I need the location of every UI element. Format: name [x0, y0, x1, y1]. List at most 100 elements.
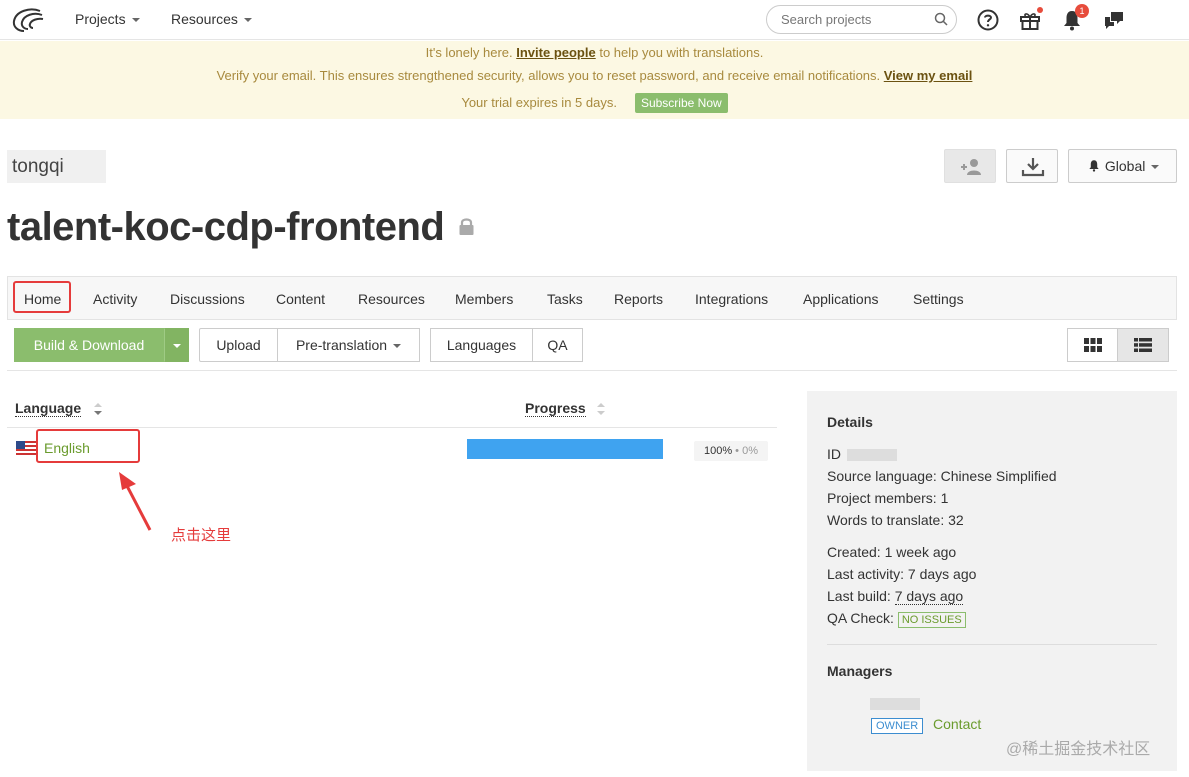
banner-trial-line: Your trial expires in 5 days. Subscribe N…: [0, 93, 1189, 113]
chevron-down-icon: [393, 344, 402, 349]
view-my-email-link[interactable]: View my email: [884, 68, 973, 83]
qa-check-label: QA Check:: [827, 610, 898, 626]
progress-column-header[interactable]: Progress: [525, 400, 586, 417]
created-date: Created: 1 week ago: [827, 544, 957, 560]
top-navbar: Projects Resources 1: [0, 0, 1189, 40]
notification-scope-dropdown[interactable]: Global: [1068, 149, 1177, 183]
search-input[interactable]: [781, 12, 931, 27]
tab-content[interactable]: Content: [276, 291, 325, 307]
banner-invite-suffix: to help you with translations.: [595, 45, 764, 60]
languages-button[interactable]: Languages: [430, 328, 533, 362]
toolbar-divider: [7, 370, 1177, 371]
list-view-icon: [1134, 338, 1152, 352]
banner-invite-line: It's lonely here. Invite people to help …: [0, 45, 1189, 60]
nav-resources-label: Resources: [171, 11, 238, 27]
invite-user-button[interactable]: [944, 149, 996, 183]
download-button[interactable]: [1006, 149, 1058, 183]
project-members-count: Project members: 1: [827, 490, 949, 506]
nav-projects-menu[interactable]: Projects: [75, 11, 140, 27]
redacted-id: [847, 449, 897, 462]
details-divider: [827, 644, 1157, 645]
sort-icon[interactable]: [93, 401, 103, 417]
banner-verify-line: Verify your email. This ensures strength…: [0, 68, 1189, 83]
build-download-button[interactable]: Build & Download: [14, 328, 164, 362]
grid-view-button[interactable]: [1067, 328, 1118, 362]
add-user-icon: [961, 159, 981, 175]
search-box: [766, 5, 957, 34]
chevron-down-icon: [243, 18, 252, 23]
upload-button[interactable]: Upload: [199, 328, 278, 362]
chevron-down-icon: [172, 344, 181, 349]
nav-resources-menu[interactable]: Resources: [171, 11, 252, 27]
project-id-row: ID: [827, 446, 897, 462]
last-build-value: 7 days ago: [894, 588, 964, 605]
qa-status-badge[interactable]: NO ISSUES: [897, 612, 966, 628]
table-header-divider: [7, 427, 777, 428]
notice-banner: It's lonely here. Invite people to help …: [0, 41, 1189, 119]
tab-activity[interactable]: Activity: [93, 291, 137, 307]
tab-tasks[interactable]: Tasks: [547, 291, 583, 307]
words-to-translate: Words to translate: 32: [827, 512, 964, 528]
translated-percent: 100%: [703, 445, 733, 457]
grid-view-icon: [1083, 338, 1102, 352]
list-view-button[interactable]: [1117, 328, 1169, 362]
annotation-label: 点击这里: [171, 527, 232, 544]
notification-count-badge: 1: [1075, 4, 1089, 18]
percent-separator: •: [732, 445, 743, 457]
translation-progress-fill: [467, 439, 663, 459]
build-options-dropdown[interactable]: [164, 328, 189, 362]
organization-name[interactable]: tongqi: [7, 150, 106, 183]
tab-resources[interactable]: Resources: [358, 291, 425, 307]
nav-projects-label: Projects: [75, 11, 126, 27]
last-build-row: Last build: 7 days ago: [827, 588, 964, 605]
owner-badge: OWNER: [871, 718, 924, 734]
tab-integrations[interactable]: Integrations: [695, 291, 768, 307]
last-activity: Last activity: 7 days ago: [827, 566, 977, 582]
banner-verify-text: Verify your email. This ensures strength…: [216, 68, 884, 83]
approved-percent: 0%: [742, 445, 758, 457]
banner-trial-text: Your trial expires in 5 days.: [461, 95, 617, 110]
chevron-down-icon: [1151, 165, 1160, 170]
search-icon[interactable]: [934, 12, 948, 26]
tab-settings[interactable]: Settings: [913, 291, 964, 307]
qa-check-row: QA Check: NO ISSUES: [827, 610, 966, 628]
redacted-manager-name: [870, 698, 920, 710]
contact-manager-link[interactable]: Contact: [933, 716, 981, 732]
last-build-label: Last build:: [827, 588, 895, 604]
gift-dot-badge: [1037, 7, 1043, 13]
source-language: Source language: Chinese Simplified: [827, 468, 1057, 484]
progress-percentages: 100% • 0%: [694, 441, 768, 461]
tab-applications[interactable]: Applications: [803, 291, 879, 307]
chat-icon[interactable]: [1102, 8, 1126, 32]
global-label: Global: [1104, 158, 1146, 174]
lock-icon: [459, 218, 474, 235]
tab-discussions[interactable]: Discussions: [170, 291, 245, 307]
project-tabs: Home Activity Discussions Content Resour…: [7, 276, 1177, 320]
chevron-down-icon: [131, 18, 140, 23]
subscribe-now-button[interactable]: Subscribe Now: [634, 93, 728, 113]
tab-home[interactable]: Home: [24, 291, 61, 307]
crowdin-logo-icon[interactable]: [10, 7, 46, 33]
bell-icon: [1089, 160, 1099, 172]
managers-heading: Managers: [827, 663, 893, 679]
annotation-arrow-icon: [119, 472, 152, 531]
us-flag-icon: [16, 441, 36, 455]
help-icon[interactable]: [976, 8, 1000, 32]
pre-translation-dropdown[interactable]: Pre-translation: [277, 328, 420, 362]
project-details-panel: Details ID Source language: Chinese Simp…: [807, 391, 1177, 771]
tab-reports[interactable]: Reports: [614, 291, 663, 307]
tab-members[interactable]: Members: [455, 291, 513, 307]
project-id-label: ID: [827, 446, 841, 462]
download-icon: [1021, 158, 1045, 177]
pre-translation-label: Pre-translation: [295, 337, 388, 353]
banner-invite-prefix: It's lonely here.: [425, 45, 517, 60]
language-link-english[interactable]: English: [44, 440, 90, 456]
watermark: @稀土掘金技术社区: [1006, 741, 1151, 758]
qa-button[interactable]: QA: [532, 328, 583, 362]
translation-progress-bar: [467, 439, 663, 459]
sort-icon[interactable]: [596, 401, 606, 417]
language-column-header[interactable]: Language: [15, 400, 82, 417]
project-title: talent-koc-cdp-frontend: [7, 205, 445, 249]
invite-people-link[interactable]: Invite people: [516, 45, 595, 60]
details-heading: Details: [827, 414, 873, 430]
